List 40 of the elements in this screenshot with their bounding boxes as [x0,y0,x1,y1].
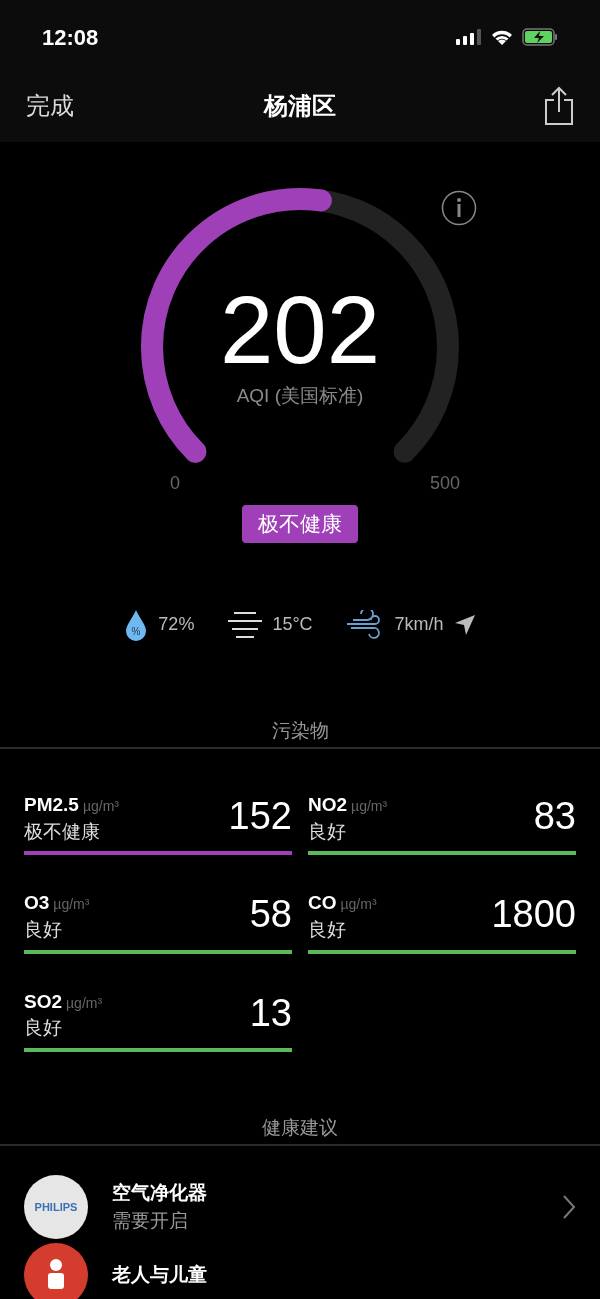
pollutant-value: 58 [249,895,292,934]
humidity-drop-icon: % [124,608,149,641]
brand-logo: PHILIPS [24,1175,88,1240]
temperature-reading: 15°C [272,613,313,636]
pollutant-status: 良好 [24,917,63,942]
status-time: 12:08 [42,23,99,52]
pollutant-status: 良好 [24,1016,63,1040]
gauge-max-label: 500 [429,472,460,495]
pollutant-unit: µg/m³ [66,993,103,1013]
pollutant-value: 152 [228,797,292,835]
aqi-category-badge: 极不健康 [242,505,358,543]
pollutant-unit: µg/m³ [82,797,119,816]
advice-row[interactable]: PHILIPS 空气净化器 需要开启 [24,1174,576,1241]
pollutant-value: 1800 [491,895,576,934]
pollutant-status: 良好 [308,819,347,844]
pollutant-name: CO [308,891,337,916]
pollutant-value: 83 [533,797,576,835]
aqi-label: AQI (美国标准) [236,384,364,408]
pollutant-name: O3 [24,891,50,916]
section-title: 污染物 [271,718,329,743]
aqi-value: 202 [219,282,381,378]
done-button[interactable]: 完成 [26,88,74,124]
pollutant-name: NO2 [308,793,348,817]
location-title: 杨浦区 [264,91,336,121]
pollutant-unit: µg/m³ [340,895,377,915]
pollutant-name: PM2.5 [24,793,79,817]
pollutant-unit: µg/m³ [351,797,388,816]
pollutant-status: 极不健康 [24,819,101,844]
pollutant-name: SO2 [24,989,63,1014]
advice-subtitle: 需要开启 [112,1209,189,1234]
gauge-min-label: 0 [170,472,180,495]
advice-row[interactable]: 老人与儿童 [24,1242,576,1299]
pollutant-unit: µg/m³ [53,895,90,915]
humidity-reading: 72% [158,613,195,636]
pollutant-status: 良好 [308,917,347,942]
wind-reading: 7km/h [394,613,444,636]
section-title: 健康建议 [262,1115,338,1140]
pollutant-value: 13 [249,993,292,1032]
advice-title: 空气净化器 [112,1180,208,1205]
advice-title: 老人与儿童 [112,1263,208,1287]
